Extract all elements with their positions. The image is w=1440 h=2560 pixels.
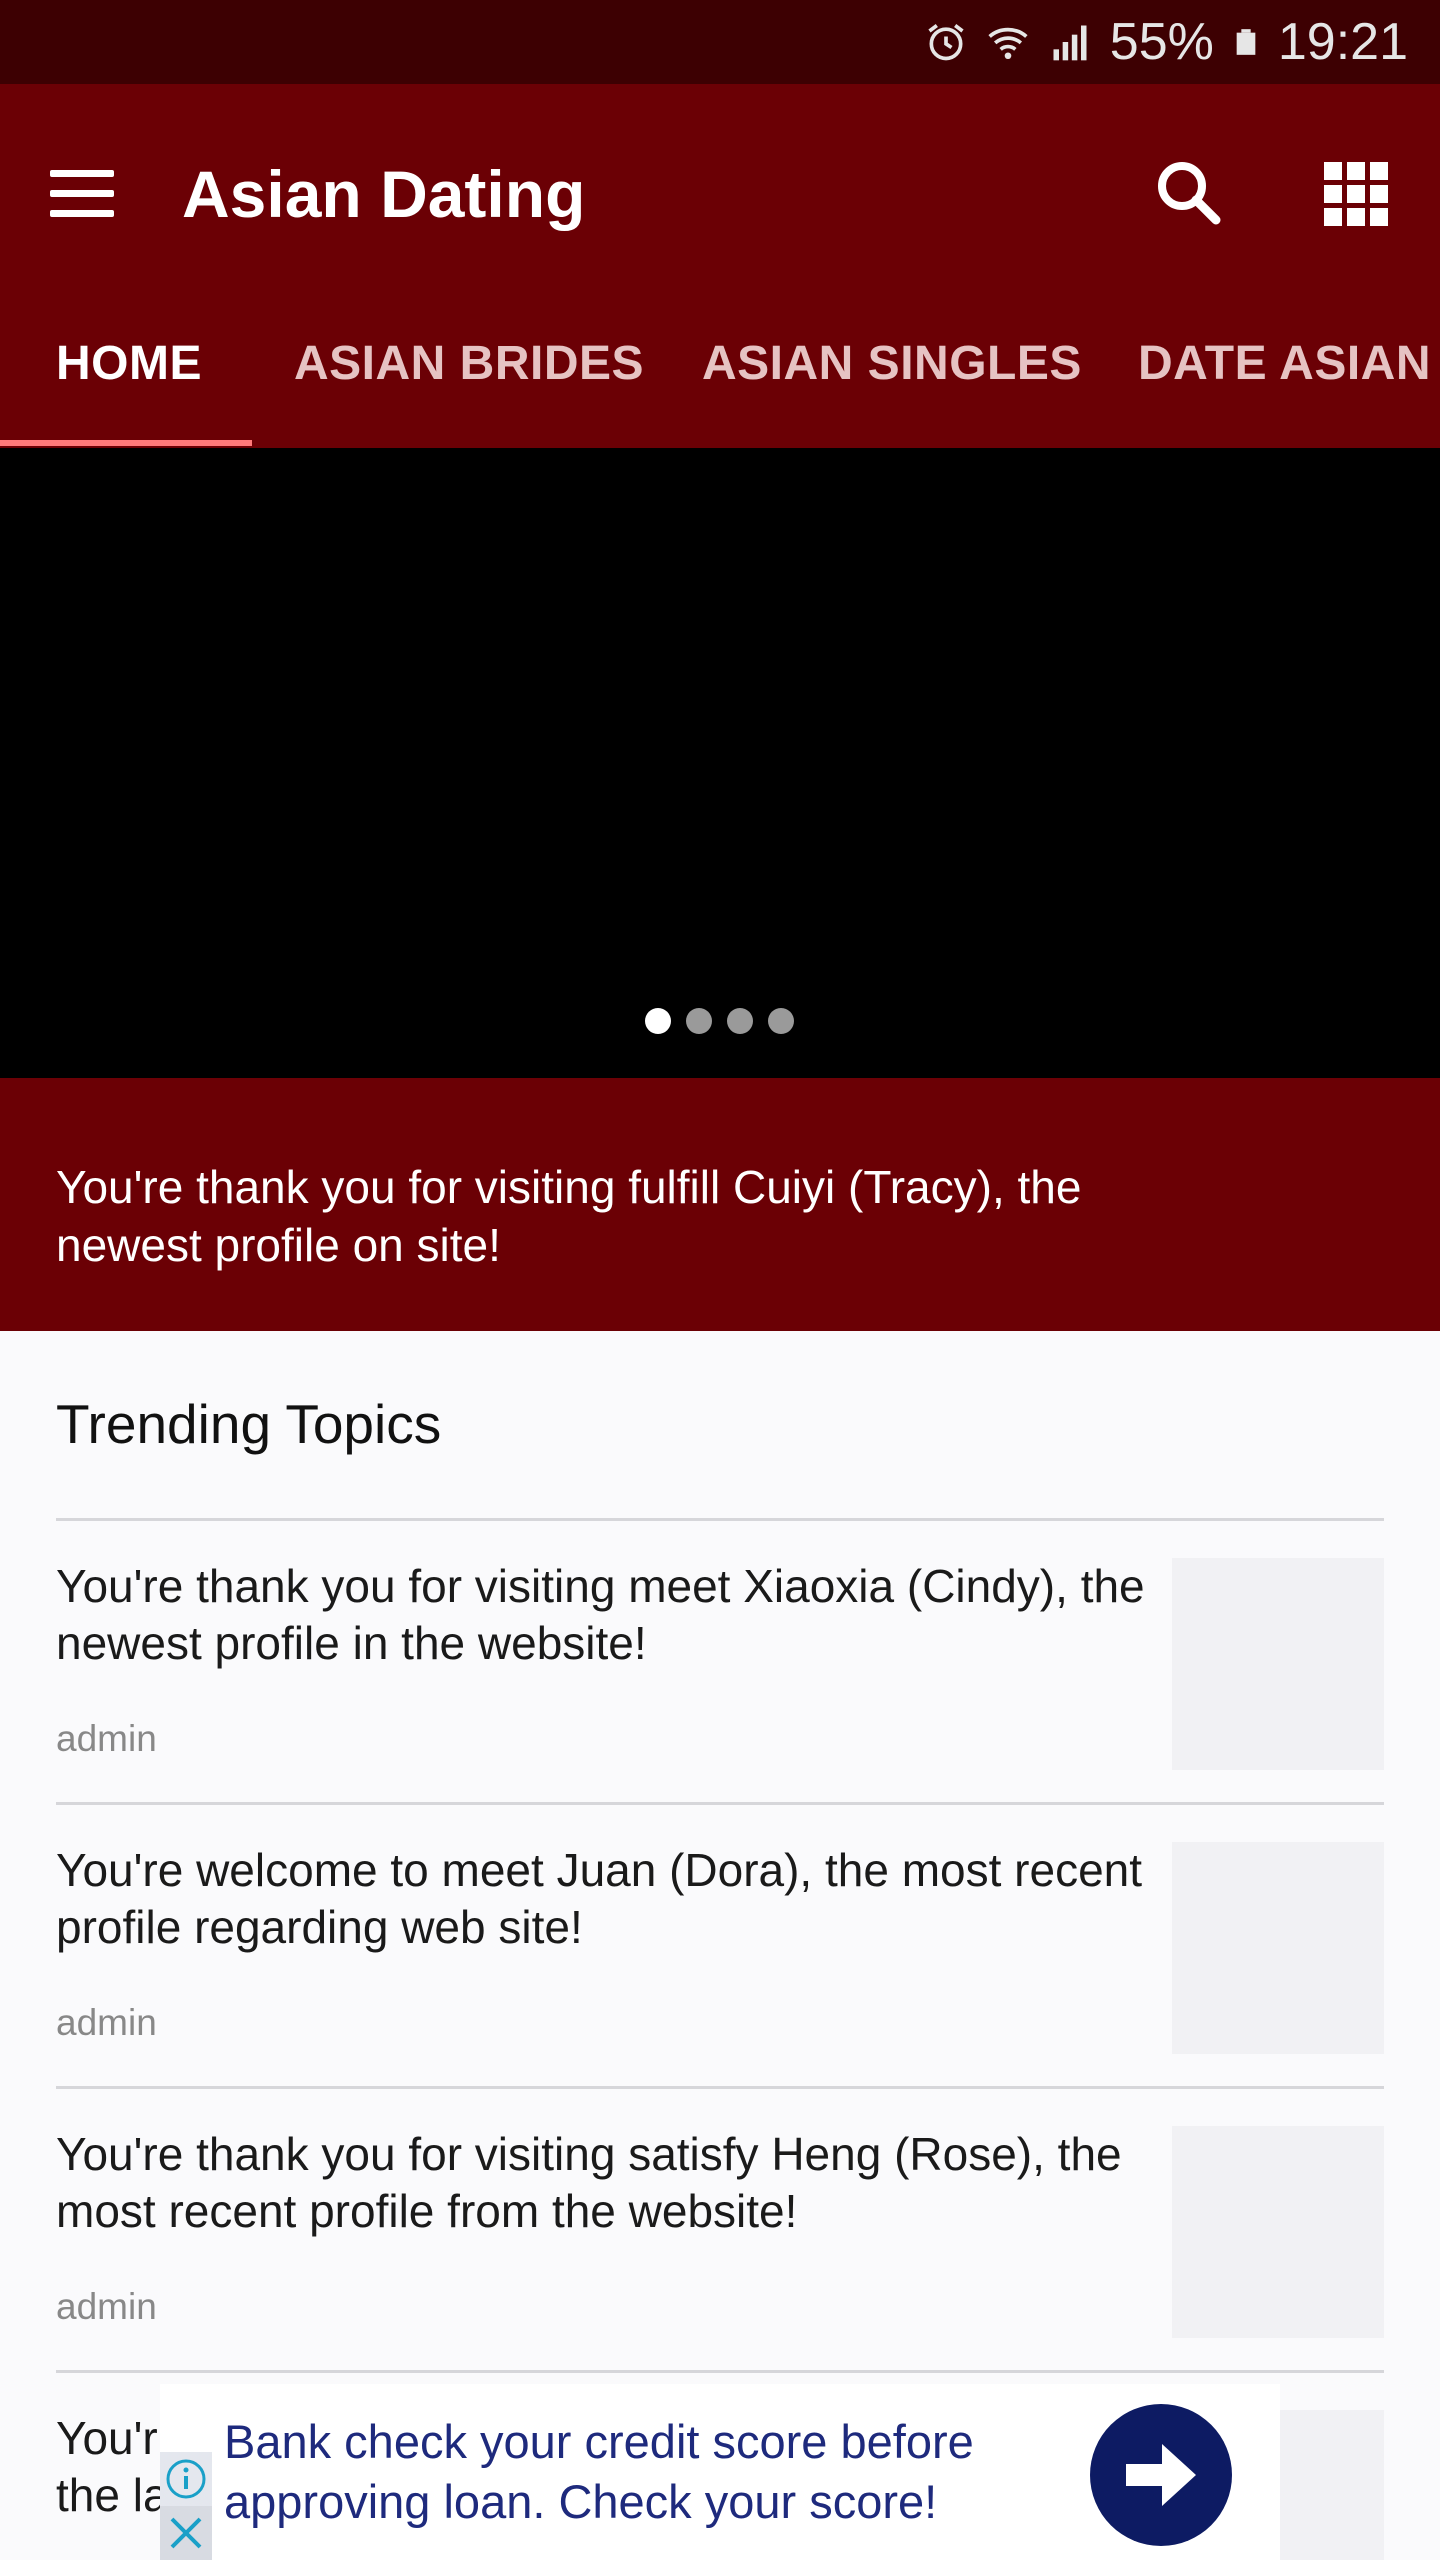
apps-grid-icon xyxy=(1324,162,1388,226)
item-thumbnail xyxy=(1172,2126,1384,2338)
item-author: admin xyxy=(56,1718,157,1759)
item-author: admin xyxy=(56,2286,157,2327)
alarm-icon xyxy=(928,24,964,61)
tab-asian-singles[interactable]: ASIAN SINGLES xyxy=(702,280,1082,448)
wifi-icon xyxy=(988,27,1028,60)
tab-date-asian[interactable]: DATE ASIAN W xyxy=(1138,280,1440,448)
menu-button[interactable] xyxy=(34,144,134,244)
ad-close-button[interactable] xyxy=(160,2506,212,2560)
search-icon xyxy=(1158,162,1221,225)
divider xyxy=(56,1518,1384,1521)
battery-percent: 55% xyxy=(1109,13,1214,71)
ad-text: Bank check your credit score before appr… xyxy=(224,2415,974,2528)
slider-page-indicator xyxy=(0,1008,1440,1038)
slider-dot[interactable] xyxy=(686,1008,712,1034)
list-item[interactable]: You're thank you for visiting satisfy He… xyxy=(56,2126,1384,2406)
tab-asian-brides[interactable]: ASIAN BRIDES xyxy=(294,280,644,448)
clock: 19:21 xyxy=(1277,13,1408,71)
ad-info-button[interactable] xyxy=(160,2452,212,2506)
divider xyxy=(56,1802,1384,1805)
divider xyxy=(56,2086,1384,2089)
item-author: admin xyxy=(56,2002,157,2043)
item-title: You're welcome to meet Juan (Dora), the … xyxy=(56,1844,1143,1953)
signal-icon xyxy=(1053,25,1087,61)
tab-indicator xyxy=(0,440,252,446)
list-item[interactable]: You're thank you for visiting meet Xiaox… xyxy=(56,1558,1384,1838)
list-item[interactable]: You're welcome to meet Juan (Dora), the … xyxy=(56,1842,1384,2122)
close-icon xyxy=(170,2517,202,2549)
app-title: Asian Dating xyxy=(182,157,586,231)
slider-dot[interactable] xyxy=(727,1008,753,1034)
tab-bar: HOME ASIAN BRIDES ASIAN SINGLES DATE ASI… xyxy=(0,280,1440,448)
info-icon xyxy=(166,2459,206,2499)
item-title: You're thank you for visiting meet Xiaox… xyxy=(56,1560,1145,1669)
ad-cta-button[interactable] xyxy=(1090,2404,1232,2546)
ad-banner[interactable]: Bank check your credit score before appr… xyxy=(160,2384,1280,2560)
banner-text: You're thank you for visiting fulfill Cu… xyxy=(56,1161,1082,1271)
item-thumbnail xyxy=(1172,1558,1384,1770)
tab-home[interactable]: HOME xyxy=(56,280,202,448)
arrow-right-icon xyxy=(1126,2444,1196,2506)
divider xyxy=(56,2370,1384,2373)
trending-title: Trending Topics xyxy=(56,1393,442,1455)
search-button[interactable] xyxy=(1140,144,1240,244)
app-bar: Asian Dating xyxy=(0,84,1440,280)
image-slider[interactable] xyxy=(0,448,1440,1078)
menu-icon xyxy=(50,170,114,177)
slider-dot[interactable] xyxy=(645,1008,671,1034)
newest-profile-banner[interactable]: You're thank you for visiting fulfill Cu… xyxy=(0,1078,1440,1331)
battery-icon xyxy=(1236,29,1256,55)
status-bar: 55% 19:21 xyxy=(0,0,1440,84)
menu-icon-bar xyxy=(50,210,114,217)
slider-dot[interactable] xyxy=(768,1008,794,1034)
apps-grid-button[interactable] xyxy=(1306,144,1406,244)
item-thumbnail xyxy=(1172,1842,1384,2054)
menu-icon-bar xyxy=(50,190,114,197)
item-title: You're thank you for visiting satisfy He… xyxy=(56,2128,1122,2237)
